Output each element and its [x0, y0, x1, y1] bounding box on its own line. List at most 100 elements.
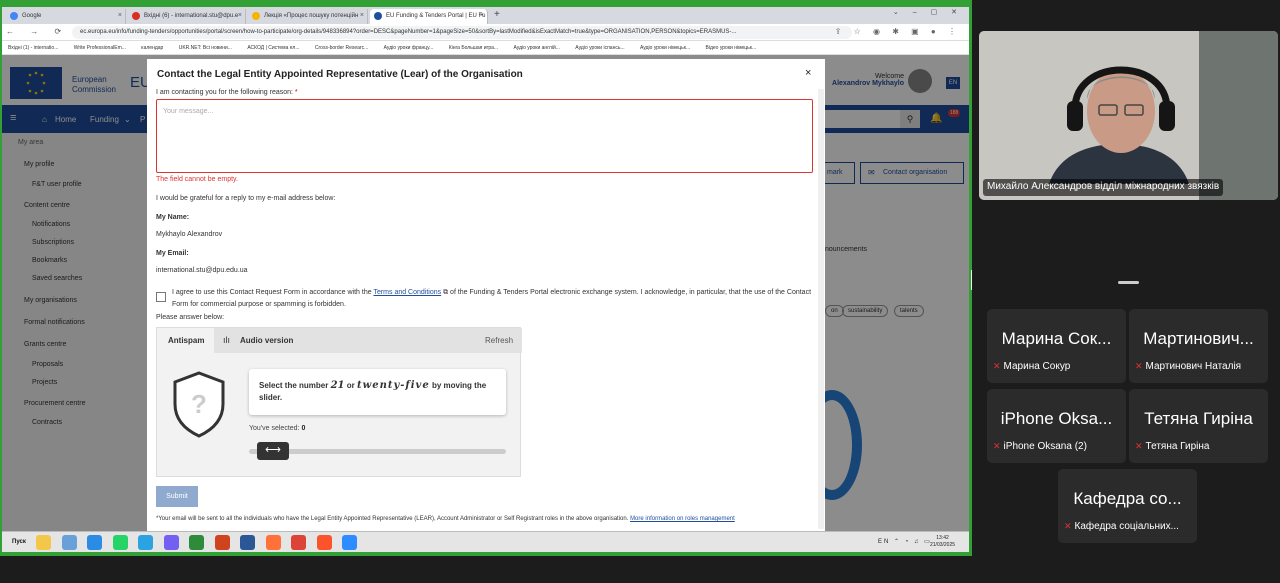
taskbar-app-icon[interactable]	[316, 535, 332, 550]
window-controls[interactable]: ⌄ – ▢ ✕	[893, 8, 963, 16]
participant-tile[interactable]: Кафедра со... ✕ Кафедра соціальних...	[1058, 469, 1197, 543]
browser-tab-active[interactable]: EU Funding & Tenders Portal | EU Fu ×	[370, 9, 488, 24]
contact-lear-modal: Contact the Legal Entity Appointed Repre…	[147, 59, 825, 531]
shield-question-icon: ?	[172, 370, 226, 443]
close-icon[interactable]: ×	[805, 67, 811, 79]
error-message: The field cannot be empty.	[156, 176, 238, 183]
mic-muted-icon: ✕	[993, 361, 1001, 371]
refresh-button[interactable]: Refresh	[485, 336, 513, 345]
participant-display-name: Тетяна Гиріна	[1144, 409, 1253, 428]
url-field[interactable]: ec.europa.eu/info/funding-tenders/opport…	[72, 26, 852, 39]
bookmark[interactable]: Аудіо уроки францу...	[384, 45, 434, 51]
doc-icon	[252, 12, 260, 20]
taskbar-app-icon[interactable]	[61, 535, 77, 550]
windows-taskbar: Пуск EN ⌃ ◔ ♫ ▭ 13:42 21/03/2025	[2, 531, 969, 552]
taskbar-app-icon[interactable]	[189, 535, 204, 550]
close-icon[interactable]: ×	[360, 12, 364, 19]
taskbar-app-icon[interactable]	[87, 535, 102, 550]
bookmark[interactable]: АСКОД | Система ел...	[247, 45, 299, 51]
eu-icon	[374, 12, 382, 20]
bookmark[interactable]: Cross-border Researc...	[315, 45, 368, 51]
speaker-video[interactable]: Михайло Александров відділ міжнародних з…	[979, 31, 1278, 200]
bookmark[interactable]: календар	[141, 45, 163, 51]
close-icon[interactable]: ×	[118, 12, 122, 19]
participant-display-name: iPhone Oksa...	[1000, 409, 1113, 428]
terms-link[interactable]: Terms and Conditions	[373, 289, 441, 296]
google-icon	[10, 12, 18, 20]
answer-label: Please answer below:	[156, 314, 225, 321]
participant-tile[interactable]: Тетяна Гиріна ✕ Тетяна Гиріна	[1129, 389, 1268, 463]
participant-label: ✕ Кафедра соціальних...	[1064, 521, 1179, 532]
taskbar-app-icon[interactable]	[163, 535, 179, 550]
selected-value: You've selected: 0	[249, 425, 306, 432]
gmail-icon	[132, 12, 140, 20]
agree-checkbox[interactable]	[156, 292, 166, 302]
speaker-name: Михайло Александров відділ міжнародних з…	[983, 179, 1224, 196]
clock[interactable]: 13:42 21/03/2025	[930, 535, 955, 549]
taskbar-app-icon[interactable]	[36, 535, 51, 550]
tab-label: Google	[22, 13, 42, 19]
bookmark[interactable]: Кінга Большая игра...	[449, 45, 498, 51]
message-textarea[interactable]: Your message...	[156, 99, 813, 173]
email-value: international.stu@dpu.edu.ua	[156, 267, 248, 274]
close-icon[interactable]: ×	[480, 12, 484, 19]
browser-tab[interactable]: Вхідні (6) - international.stu@dpu.e ×	[128, 9, 246, 24]
participant-tile[interactable]: iPhone Oksa... ✕ iPhone Oksana (2)	[987, 389, 1126, 463]
footnote: *Your email will be sent to all the indi…	[156, 516, 735, 522]
bookmark[interactable]: Аудіо уроки іспансь...	[575, 45, 624, 51]
browser-tab[interactable]: Лекція «Процес пошуку потенційн ×	[248, 9, 368, 24]
bookmark[interactable]: Write ProfessionalEm...	[74, 45, 126, 51]
extension-icons[interactable]: ⇪ ☆ ◉ ✱ ▣ ● ⋮	[835, 27, 961, 36]
reply-text: I would be grateful for a reply to my e-…	[156, 195, 336, 202]
participant-display-name: Марина Сок...	[1001, 329, 1112, 348]
shared-screen: Google × Вхідні (6) - international.stu@d…	[2, 7, 969, 552]
taskbar-app-icon[interactable]	[240, 535, 255, 550]
taskbar-app-icon[interactable]	[265, 535, 281, 550]
tab-label: EU Funding & Tenders Portal | EU Fu	[386, 13, 486, 19]
mic-muted-icon: ✕	[1135, 361, 1143, 371]
taskbar-app-icon[interactable]	[342, 535, 357, 550]
bookmark[interactable]: Відео уроки німецьк...	[706, 45, 757, 51]
speaker-wall	[1199, 31, 1278, 200]
taskbar-app-icon[interactable]	[138, 535, 153, 550]
gallery-pager[interactable]	[1118, 281, 1139, 284]
participant-tile[interactable]: Мартинович... ✕ Мартинович Наталія	[1129, 309, 1268, 383]
svg-text:?: ?	[191, 389, 207, 419]
address-bar: ← → ⟳ ⌂ ec.europa.eu/info/funding-tender…	[2, 24, 969, 41]
new-tab-button[interactable]: +	[494, 9, 500, 20]
participant-label: ✕ Марина Сокур	[993, 361, 1071, 372]
modal-title: Contact the Legal Entity Appointed Repre…	[157, 69, 523, 80]
audio-wave-icon: ılı	[223, 335, 231, 345]
tab-antispam[interactable]: Antispam	[157, 328, 214, 353]
participant-label: ✕ Мартинович Наталія	[1135, 361, 1242, 372]
close-icon[interactable]: ×	[238, 12, 242, 19]
bookmark[interactable]: Аудіо уроки німецьк...	[640, 45, 690, 51]
taskbar-app-icon[interactable]	[214, 535, 230, 550]
slider-handle[interactable]: ⟷	[257, 442, 289, 460]
mic-muted-icon: ✕	[1135, 441, 1143, 451]
bookmark[interactable]: Вхідні (1) - internatio...	[8, 45, 58, 51]
modal-scrollbar[interactable]	[818, 89, 824, 529]
captcha-tabs: Antispam ılı Audio version Refresh	[157, 328, 522, 353]
bookmark[interactable]: UKR.NET: Всі новини...	[179, 45, 232, 51]
browser-tab[interactable]: Google ×	[6, 9, 126, 24]
tab-label: Вхідні (6) - international.stu@dpu.e	[144, 13, 239, 19]
taskbar-app-icon[interactable]	[112, 535, 128, 550]
taskbar-app-icon[interactable]	[291, 535, 306, 550]
submit-button[interactable]: Submit	[156, 486, 198, 507]
captcha-instruction: Select the number 21 or twenty-five by m…	[249, 369, 506, 415]
name-label: My Name:	[156, 214, 190, 221]
participant-tile[interactable]: Марина Сок... ✕ Марина Сокур	[987, 309, 1126, 383]
email-label: My Email:	[156, 250, 189, 257]
bookmark[interactable]: Аудіо уроки англій...	[513, 45, 559, 51]
browser-tab-bar: Google × Вхідні (6) - international.stu@d…	[2, 7, 969, 24]
participant-display-name: Кафедра со...	[1073, 489, 1182, 508]
external-link-icon: ⧉	[443, 289, 449, 296]
start-button[interactable]: Пуск	[4, 535, 28, 550]
system-tray[interactable]: EN ⌃ ◔ ♫ ▭	[878, 538, 932, 545]
roles-info-link[interactable]: More information on roles management	[630, 516, 735, 522]
tab-label: Лекція «Процес пошуку потенційн	[264, 13, 359, 19]
participant-label: ✕ Тетяна Гиріна	[1135, 441, 1210, 452]
participant-label: ✕ iPhone Oksana (2)	[993, 441, 1087, 452]
tab-audio[interactable]: Audio version	[240, 336, 293, 345]
